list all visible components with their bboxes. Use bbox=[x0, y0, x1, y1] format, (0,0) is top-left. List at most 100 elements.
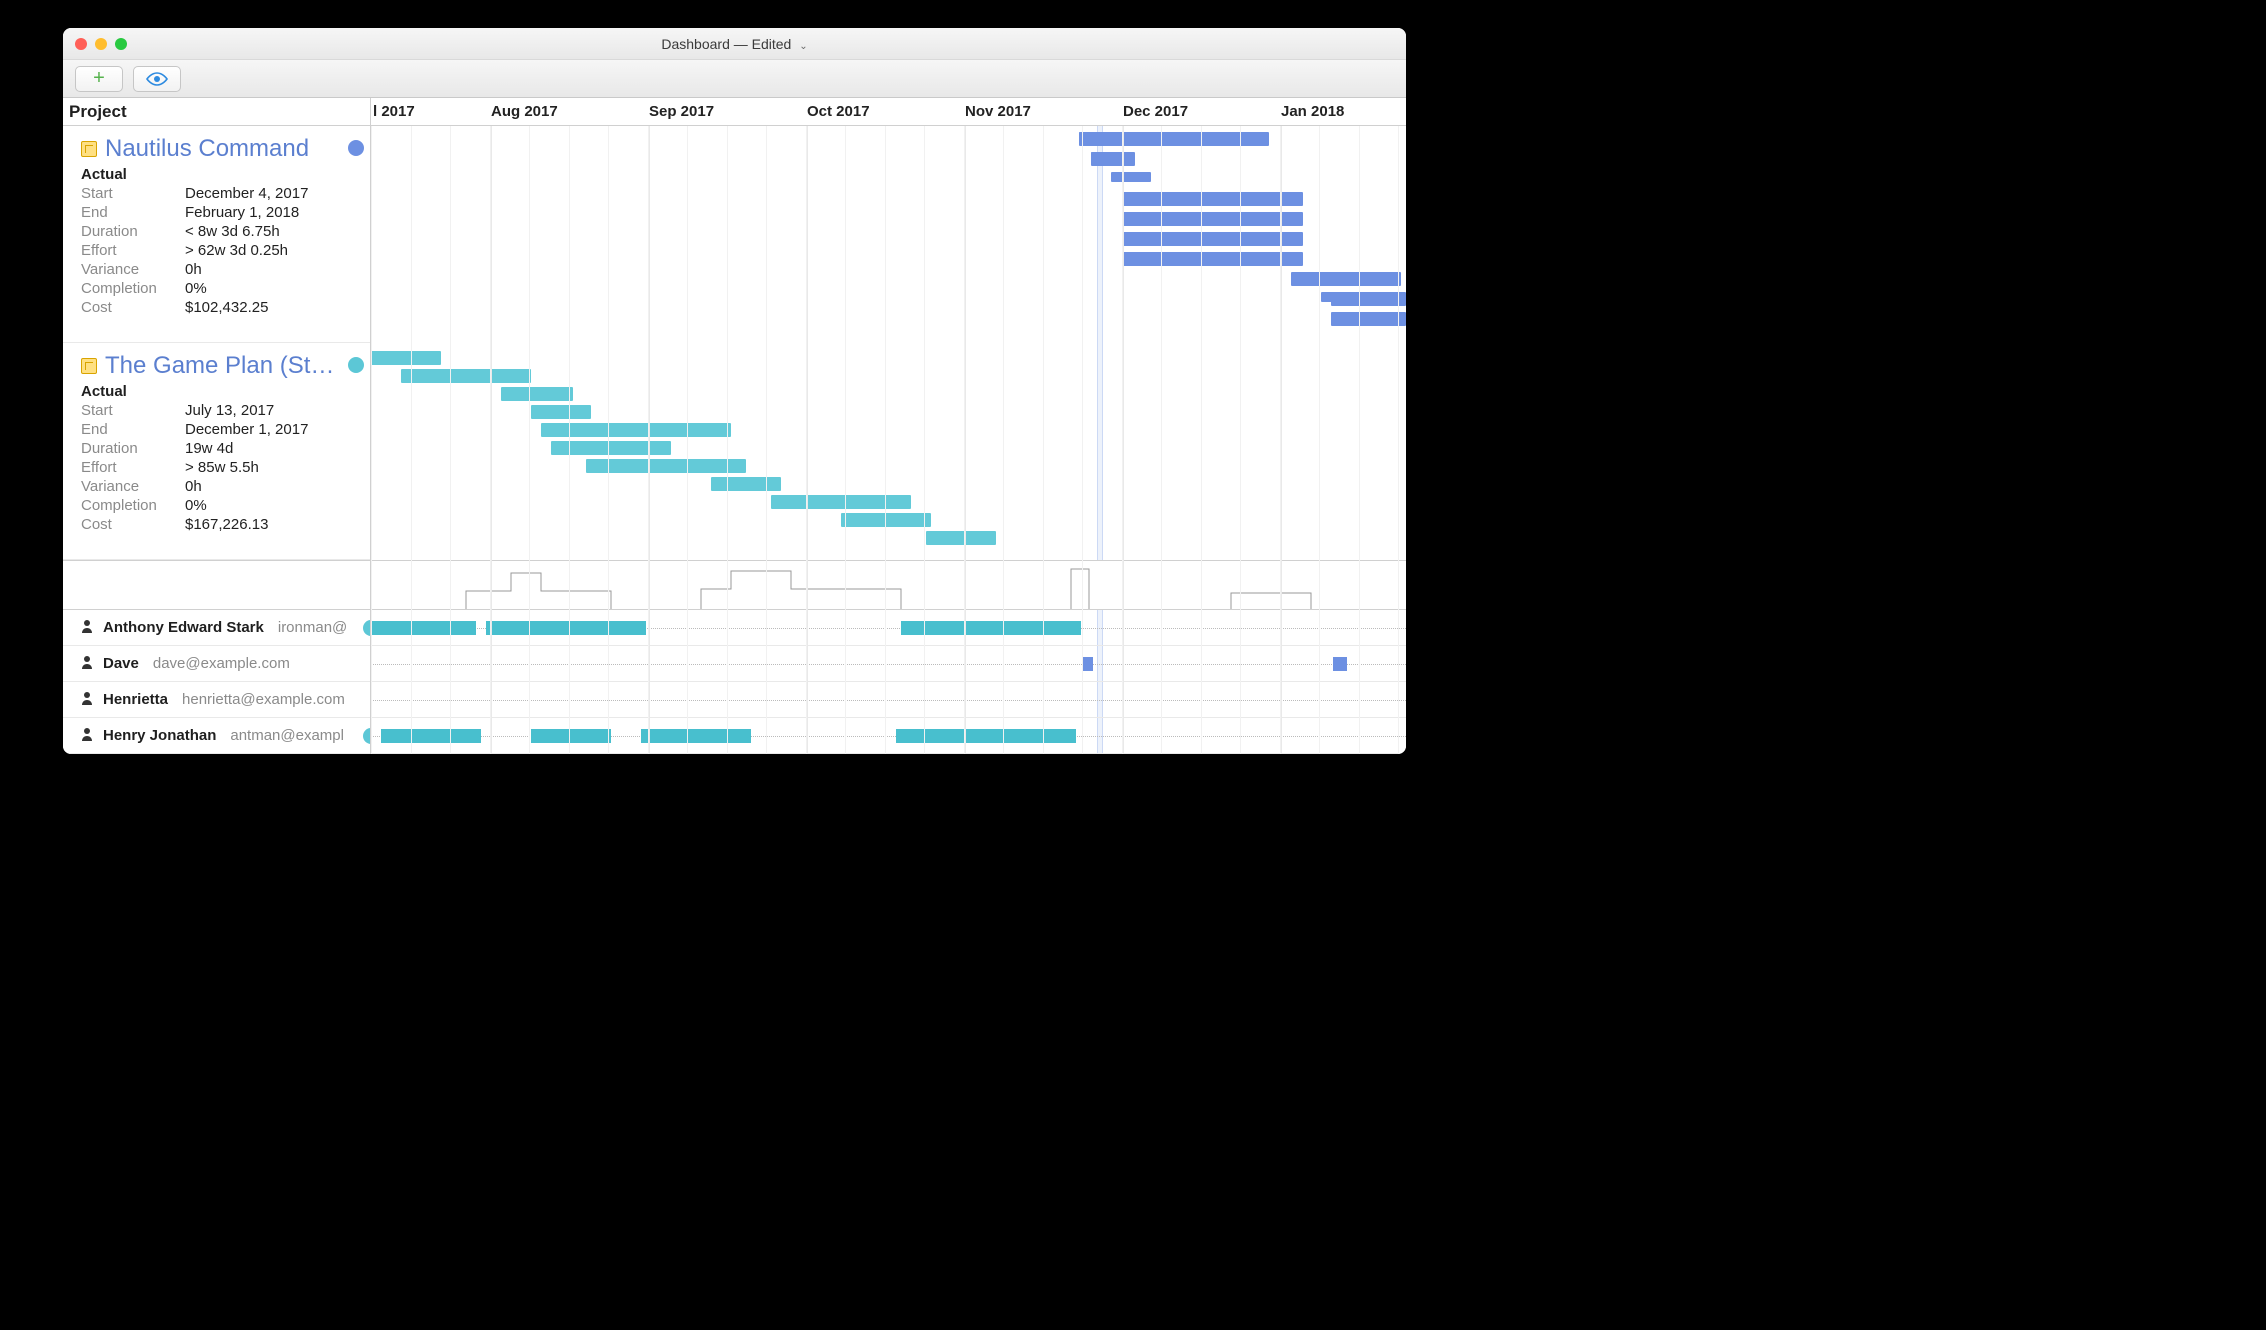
resource-row[interactable]: Henry Jonathan antman@exampl bbox=[63, 718, 370, 754]
resource-email: ironman@ bbox=[278, 619, 347, 636]
resource-row[interactable]: Henrietta henrietta@example.com bbox=[63, 682, 370, 718]
project-card-nautilus[interactable]: Nautilus Command Actual StartDecember 4,… bbox=[63, 126, 370, 343]
resource-bar[interactable] bbox=[486, 621, 646, 635]
summary-spacer bbox=[63, 560, 370, 610]
eye-icon bbox=[145, 71, 169, 87]
field-variance: Variance0h bbox=[81, 478, 362, 495]
field-end: EndDecember 1, 2017 bbox=[81, 421, 362, 438]
person-icon bbox=[81, 619, 93, 637]
window-titlebar[interactable]: Dashboard — Edited ⌄ bbox=[63, 28, 1406, 60]
view-button[interactable] bbox=[133, 66, 181, 92]
gantt-bar[interactable] bbox=[541, 423, 731, 437]
gantt-bar[interactable] bbox=[401, 369, 531, 383]
field-effort: Effort> 62w 3d 0.25h bbox=[81, 242, 362, 259]
window-title-text: Dashboard — Edited bbox=[661, 36, 791, 52]
gantt-bar[interactable] bbox=[1091, 152, 1113, 162]
project-icon bbox=[81, 358, 97, 374]
toolbar: + bbox=[63, 60, 1406, 98]
project-icon bbox=[81, 141, 97, 157]
resource-bar[interactable] bbox=[641, 729, 751, 743]
field-completion: Completion0% bbox=[81, 280, 362, 297]
month-label: Oct 2017 bbox=[807, 98, 870, 126]
gantt-bar[interactable] bbox=[586, 459, 746, 473]
field-duration: Duration< 8w 3d 6.75h bbox=[81, 223, 362, 240]
resource-email: dave@example.com bbox=[153, 655, 290, 672]
field-end: EndFebruary 1, 2018 bbox=[81, 204, 362, 221]
timeline-header: l 2017 Aug 2017 Sep 2017 Oct 2017 Nov 20… bbox=[371, 98, 1406, 126]
resource-bar[interactable] bbox=[896, 729, 1076, 743]
sidebar: Project Nautilus Command Actual StartDec… bbox=[63, 98, 371, 754]
sidebar-column-header: Project bbox=[63, 98, 370, 126]
gantt-bar[interactable] bbox=[1123, 192, 1303, 206]
resource-timeline-row[interactable] bbox=[371, 682, 1406, 718]
plus-icon: + bbox=[93, 67, 105, 90]
month-label: Jan 2018 bbox=[1281, 98, 1344, 126]
gantt-bar[interactable] bbox=[1123, 212, 1303, 226]
resource-row[interactable]: Dave dave@example.com bbox=[63, 646, 370, 682]
resource-name: Henry Jonathan bbox=[103, 727, 216, 744]
gantt-bar[interactable] bbox=[771, 495, 911, 509]
project-title[interactable]: The Game Plan (St… bbox=[81, 351, 362, 381]
person-icon bbox=[81, 727, 93, 745]
gantt-bar[interactable] bbox=[371, 351, 441, 365]
resource-name: Anthony Edward Stark bbox=[103, 619, 264, 636]
resource-email: henrietta@example.com bbox=[182, 691, 345, 708]
maximize-icon[interactable] bbox=[115, 38, 127, 50]
minimize-icon[interactable] bbox=[95, 38, 107, 50]
field-duration: Duration19w 4d bbox=[81, 440, 362, 457]
gantt-bar[interactable] bbox=[1123, 232, 1303, 246]
month-label-partial: l 2017 bbox=[373, 98, 415, 126]
resource-dot-icon bbox=[363, 620, 370, 636]
month-label: Nov 2017 bbox=[965, 98, 1031, 126]
person-icon bbox=[81, 655, 93, 673]
gantt-bar[interactable] bbox=[1291, 272, 1401, 286]
resource-bar[interactable] bbox=[1333, 657, 1347, 671]
resource-name: Dave bbox=[103, 655, 139, 672]
app-window: Dashboard — Edited ⌄ + Project bbox=[63, 28, 1406, 754]
main-content: Project Nautilus Command Actual StartDec… bbox=[63, 98, 1406, 754]
resource-bar[interactable] bbox=[531, 729, 611, 743]
status-dot-icon bbox=[348, 140, 364, 156]
timeline-pane[interactable]: l 2017 Aug 2017 Sep 2017 Oct 2017 Nov 20… bbox=[371, 98, 1406, 754]
field-effort: Effort> 85w 5.5h bbox=[81, 459, 362, 476]
month-label: Sep 2017 bbox=[649, 98, 714, 126]
gantt-bar[interactable] bbox=[711, 477, 781, 491]
gantt-bar[interactable] bbox=[531, 405, 591, 419]
resource-bar[interactable] bbox=[901, 621, 1081, 635]
gantt-bar[interactable] bbox=[1123, 252, 1303, 266]
resource-bar[interactable] bbox=[371, 621, 476, 635]
field-completion: Completion0% bbox=[81, 497, 362, 514]
project-card-gameplan[interactable]: The Game Plan (St… Actual StartJuly 13, … bbox=[63, 343, 370, 560]
gantt-bar[interactable] bbox=[1331, 292, 1406, 306]
gantt-bar[interactable] bbox=[501, 387, 573, 401]
project-title[interactable]: Nautilus Command bbox=[81, 134, 362, 164]
resource-timeline-row[interactable] bbox=[371, 646, 1406, 682]
section-label: Actual bbox=[81, 383, 362, 400]
summary-overview-row bbox=[371, 560, 1406, 610]
month-label: Dec 2017 bbox=[1123, 98, 1188, 126]
window-title[interactable]: Dashboard — Edited ⌄ bbox=[63, 36, 1406, 52]
window-controls bbox=[75, 38, 127, 50]
project-name: Nautilus Command bbox=[105, 135, 362, 163]
gantt-bar[interactable] bbox=[841, 513, 931, 527]
resource-name: Henrietta bbox=[103, 691, 168, 708]
close-icon[interactable] bbox=[75, 38, 87, 50]
section-label: Actual bbox=[81, 166, 362, 183]
resource-bar[interactable] bbox=[381, 729, 481, 743]
gantt-area[interactable] bbox=[371, 126, 1406, 754]
field-cost: Cost$167,226.13 bbox=[81, 516, 362, 533]
field-cost: Cost$102,432.25 bbox=[81, 299, 362, 316]
chevron-down-icon: ⌄ bbox=[799, 41, 807, 52]
resource-dot-icon bbox=[363, 728, 370, 744]
gantt-bar[interactable] bbox=[1331, 312, 1406, 326]
resource-timeline-row[interactable] bbox=[371, 610, 1406, 646]
add-button[interactable]: + bbox=[75, 66, 123, 92]
project-name: The Game Plan (St… bbox=[105, 352, 362, 380]
gantt-bar[interactable] bbox=[1111, 172, 1151, 182]
project-column-label: Project bbox=[69, 102, 127, 121]
field-start: StartJuly 13, 2017 bbox=[81, 402, 362, 419]
gantt-bar[interactable] bbox=[926, 531, 996, 545]
resource-bar[interactable] bbox=[1083, 657, 1093, 671]
resource-timeline-row[interactable] bbox=[371, 718, 1406, 754]
resource-row[interactable]: Anthony Edward Stark ironman@ bbox=[63, 610, 370, 646]
